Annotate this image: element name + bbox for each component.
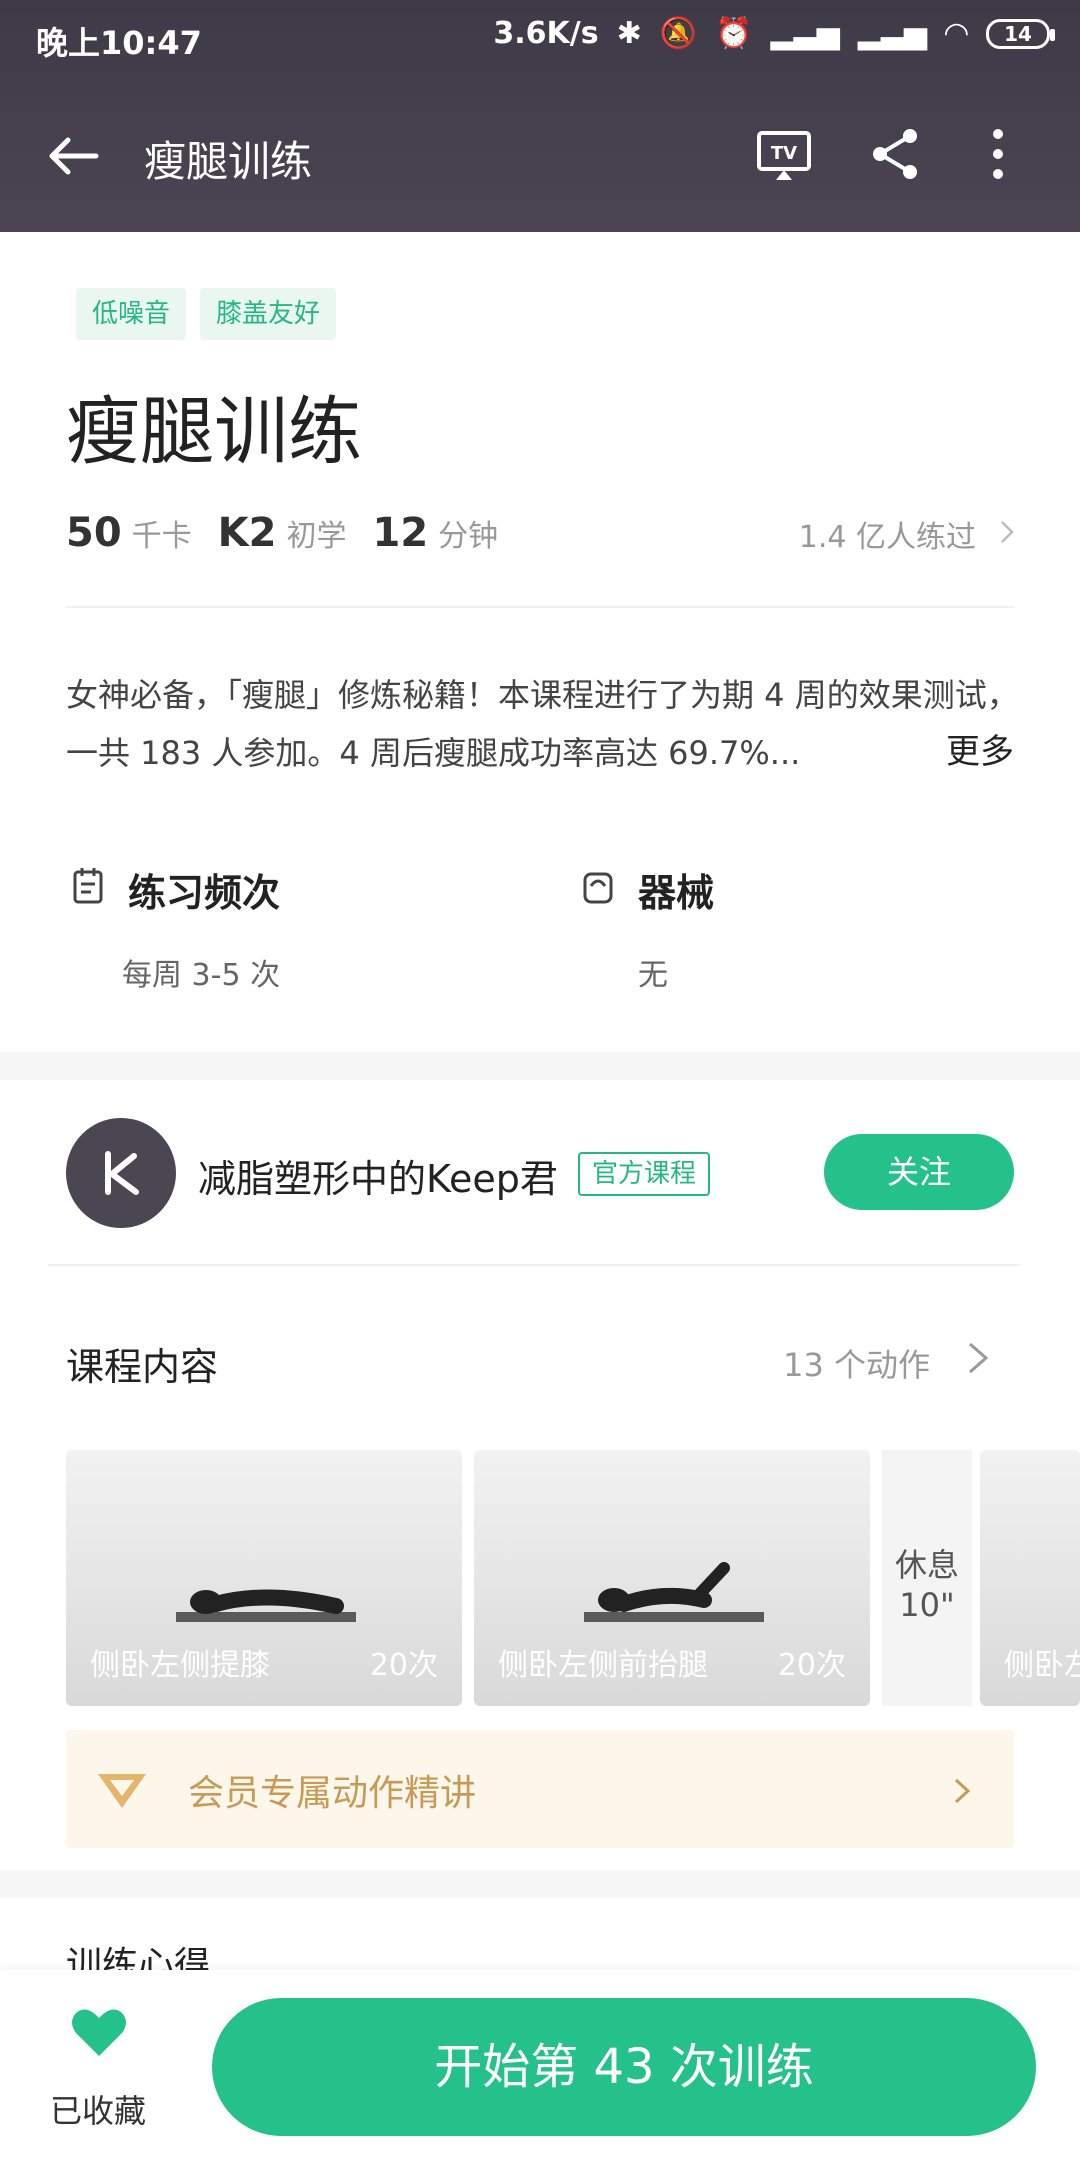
mute-icon: 🔕 (659, 16, 698, 51)
chevron-right-icon[interactable] (952, 1774, 972, 1808)
course-description: 女神必备，「瘦腿」修炼秘籍！本课程进行了为期 4 周的效果测试，一共 183 人… (66, 676, 1019, 772)
exercise-name: 侧卧左 (1004, 1648, 1080, 1683)
share-icon[interactable] (868, 126, 924, 182)
tv-cast-icon[interactable]: TV (756, 128, 812, 184)
top-bar: 晚上10:47 3.6K/s ✱ 🔕 ⏰ ▂▃▅ ▂▃▅ ◠ 14 瘦腿训练 T… (0, 0, 1080, 232)
heart-icon[interactable] (70, 2006, 128, 2058)
rest-time: 10" (899, 1586, 955, 1624)
exercise-name: 侧卧左侧前抬腿 (498, 1648, 708, 1683)
tag-low-noise: 低噪音 (76, 288, 187, 340)
author-avatar[interactable] (66, 1118, 176, 1228)
exercise-reps: 20次 (369, 1648, 438, 1683)
more-link[interactable]: 更多 (936, 724, 1014, 773)
frequency-title: 练习频次 (128, 871, 281, 915)
content-count[interactable]: 13 个动作 (783, 1340, 930, 1386)
exercise-name: 侧卧左侧提膝 (90, 1648, 270, 1683)
section-divider (0, 1052, 1080, 1080)
people-trained[interactable]: 1.4 亿人练过 (799, 512, 976, 556)
kettlebell-icon (583, 872, 613, 904)
follow-button[interactable]: 关注 (824, 1134, 1014, 1210)
course-stats: 50 千卡 K2 初学 12 分钟 (66, 510, 498, 556)
calories-value: 50 (66, 510, 122, 556)
exercise-card[interactable]: 侧卧左侧提膝 20次 (66, 1450, 462, 1706)
status-icons: 3.6K/s ✱ 🔕 ⏰ ▂▃▅ ▂▃▅ ◠ 14 (493, 16, 1055, 51)
rest-label: 休息 (894, 1546, 959, 1584)
content-title: 课程内容 (66, 1345, 219, 1389)
start-training-button[interactable]: 开始第 43 次训练 (212, 1998, 1036, 2136)
equipment-value: 无 (638, 958, 668, 993)
more-options-icon[interactable] (986, 126, 1010, 182)
section-divider (0, 1870, 1080, 1898)
favorite-label[interactable]: 已收藏 (50, 2086, 146, 2132)
alarm-icon: ⏰ (715, 16, 753, 51)
signal-icon-2: ▂▃▅ (857, 16, 927, 51)
divider (48, 1264, 1020, 1266)
chevron-right-icon[interactable] (966, 1334, 990, 1382)
back-arrow-icon[interactable] (46, 128, 102, 184)
exercise-figure (584, 1562, 764, 1622)
svg-text:TV: TV (771, 143, 797, 164)
exercise-figure (176, 1589, 356, 1622)
minutes-unit: 分钟 (438, 519, 499, 554)
signal-icon: ▂▃▅ (770, 16, 840, 51)
status-time: 晚上10:47 (36, 24, 202, 62)
header-title: 瘦腿训练 (144, 137, 313, 186)
exercise-card[interactable]: 侧卧左侧前抬腿 20次 (474, 1450, 870, 1706)
bluetooth-icon: ✱ (616, 16, 642, 51)
calendar-icon (73, 868, 103, 904)
battery-icon: 14 (986, 18, 1055, 49)
battery-level: 14 (1004, 21, 1032, 46)
diamond-icon (98, 1774, 146, 1808)
exercise-reps: 20次 (777, 1648, 846, 1683)
divider (66, 606, 1014, 608)
calories-unit: 千卡 (131, 519, 192, 554)
minutes-value: 12 (372, 510, 429, 556)
tag-knee-friendly: 膝盖友好 (200, 288, 337, 340)
frequency-value: 每周 3-5 次 (122, 958, 281, 993)
author-name[interactable]: 减脂塑形中的Keep君 (198, 1148, 558, 1203)
level-label: 初学 (286, 519, 347, 554)
member-text[interactable]: 会员专属动作精讲 (188, 1764, 476, 1816)
network-speed: 3.6K/s (493, 16, 599, 51)
exercise-card[interactable]: 侧卧左 (980, 1450, 1080, 1706)
chevron-right-icon[interactable] (998, 514, 1016, 550)
course-title: 瘦腿训练 (66, 389, 362, 475)
official-course-badge: 官方课程 (578, 1152, 711, 1196)
keep-logo-icon (105, 1151, 139, 1195)
equipment-title: 器械 (638, 871, 715, 915)
wifi-icon: ◠ (944, 16, 968, 51)
rest-card: 休息 10" (882, 1450, 972, 1706)
level-value: K2 (217, 510, 277, 556)
